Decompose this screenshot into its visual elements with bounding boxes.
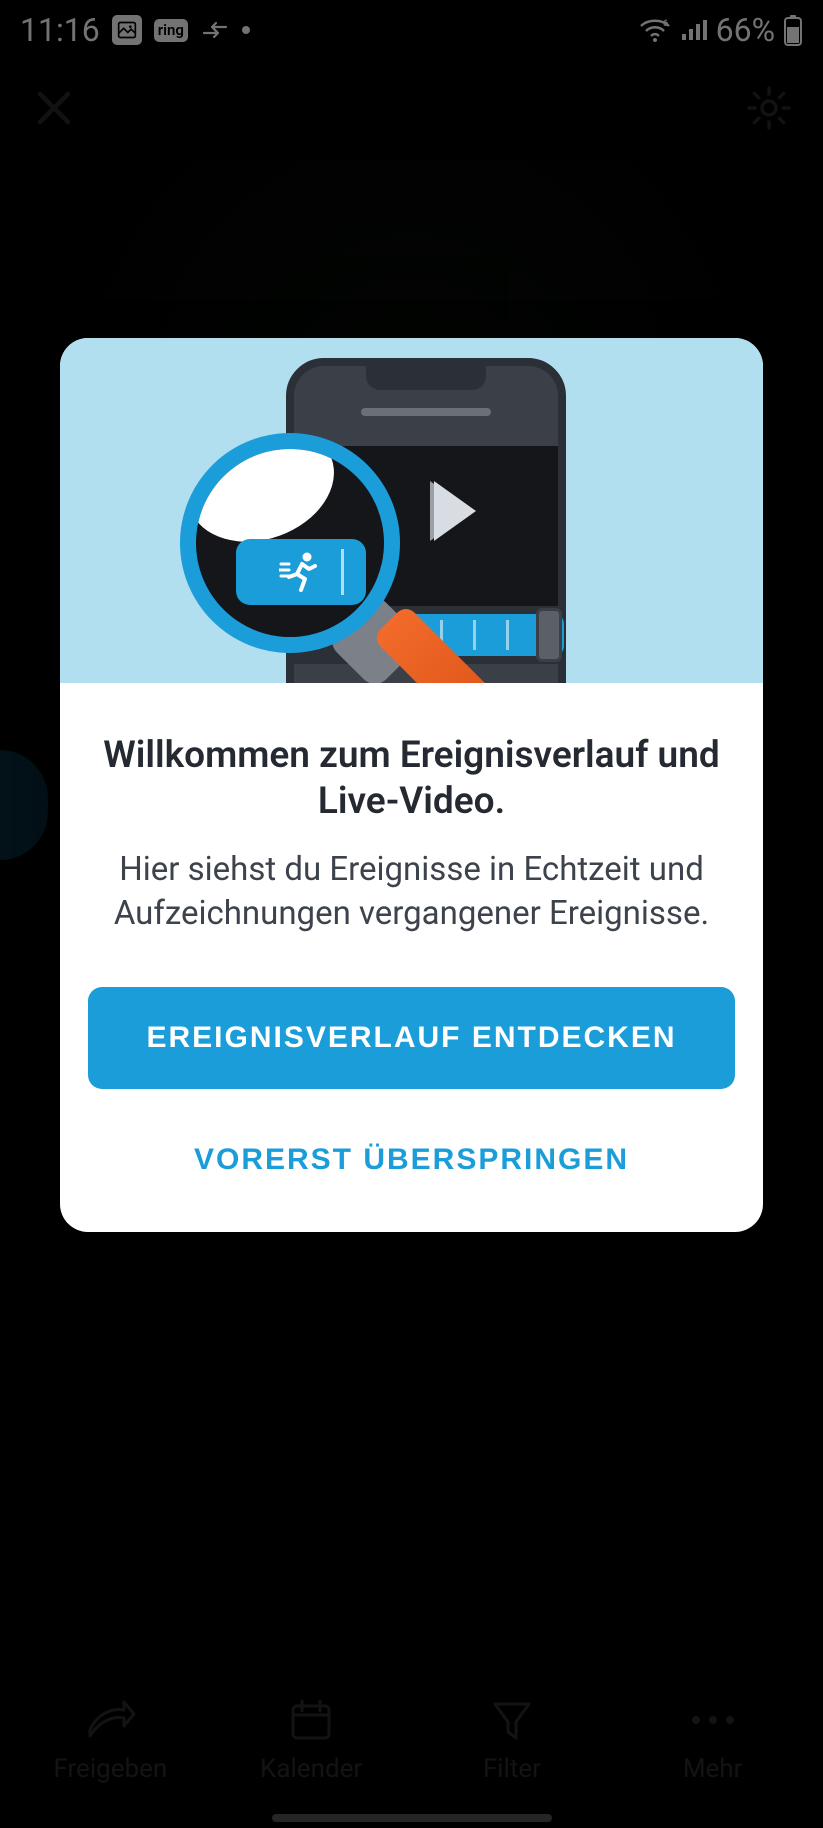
modal-description: Hier siehst du Ereignisse in Echtzeit un… [100, 848, 723, 937]
motion-runner-icon [279, 550, 323, 594]
modal-title: Willkommen zum Ereignisverlauf und Live-… [100, 733, 723, 826]
discover-event-history-button[interactable]: EREIGNISVERLAUF ENTDECKEN [88, 987, 735, 1089]
welcome-modal: Willkommen zum Ereignisverlauf und Live-… [60, 338, 763, 1232]
modal-illustration [60, 338, 763, 683]
skip-for-now-button[interactable]: VORERST ÜBERSPRINGEN [88, 1109, 735, 1177]
magnifier-icon [180, 433, 400, 653]
play-icon [434, 481, 476, 541]
